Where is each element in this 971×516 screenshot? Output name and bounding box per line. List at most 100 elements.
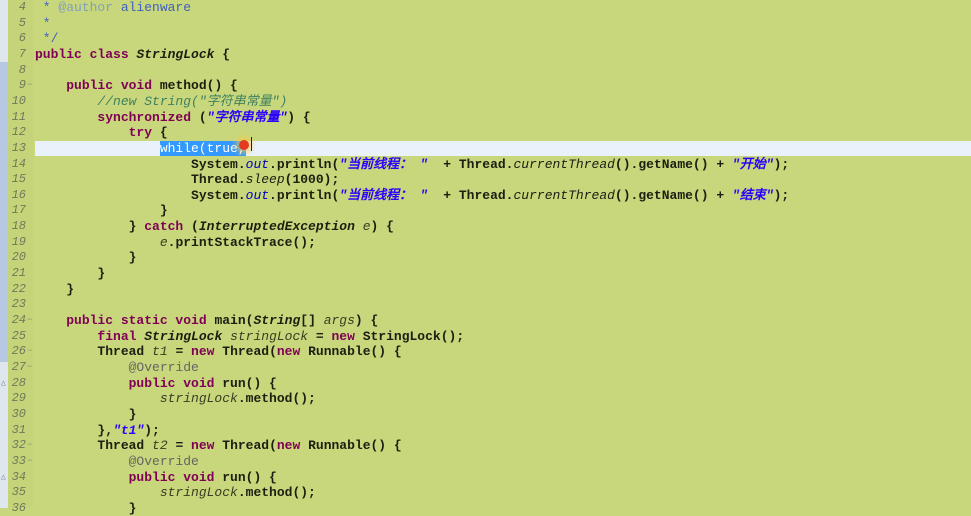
code-token: + Thread.: [427, 187, 514, 203]
code-line[interactable]: 21 }: [0, 266, 971, 282]
code-text[interactable]: }: [35, 203, 971, 219]
code-text[interactable]: }: [35, 407, 971, 423]
code-line[interactable]: 34 △ public void run() {: [0, 470, 971, 486]
code-text[interactable]: final StringLock stringLock = new String…: [35, 329, 971, 345]
code-text[interactable]: */: [35, 31, 971, 47]
code-token: try: [128, 125, 153, 141]
code-text[interactable]: stringLock.method();: [35, 485, 971, 501]
line-number: 14: [11, 156, 26, 171]
code-line[interactable]: 4 * @author alienware: [0, 0, 971, 16]
code-text[interactable]: public void method() {: [35, 78, 971, 94]
code-text[interactable]: while(true,: [35, 140, 971, 157]
code-text[interactable]: public static void main(String[] args) {: [35, 313, 971, 329]
line-number: 16: [11, 187, 26, 202]
code-text[interactable]: }: [35, 250, 971, 266]
code-token: Thread: [35, 344, 153, 360]
code-text[interactable]: *: [35, 16, 971, 32]
code-token: //new String("字符串常量"): [97, 93, 288, 109]
code-token: new: [276, 438, 309, 454]
code-text[interactable]: public class StringLock {: [35, 47, 971, 63]
fold-collapse-icon[interactable]: −: [27, 360, 32, 376]
code-line[interactable]: 30 }: [0, 407, 971, 423]
code-line[interactable]: 19 e.printStackTrace();: [0, 235, 971, 251]
code-token: new: [276, 344, 309, 360]
fold-collapse-icon[interactable]: −: [27, 438, 32, 454]
code-token: method() {: [159, 78, 238, 94]
code-text[interactable]: @Override: [35, 454, 971, 470]
code-text[interactable]: System.out.println("当前线程： " + Thread.cur…: [35, 157, 971, 173]
code-text[interactable]: try {: [35, 125, 971, 141]
code-text[interactable]: }: [35, 501, 971, 516]
code-text[interactable]: },"t1");: [35, 423, 971, 439]
code-line[interactable]: 22 }: [0, 282, 971, 298]
code-token: sleep: [245, 172, 285, 188]
line-number: 34: [11, 469, 26, 484]
code-text[interactable]: } catch (InterruptedException e) {: [35, 219, 971, 235]
fold-collapse-icon[interactable]: −: [27, 344, 32, 360]
code-text[interactable]: @Override: [35, 360, 971, 376]
line-number: 9: [18, 78, 26, 93]
code-line[interactable]: 5 *: [0, 16, 971, 32]
code-line[interactable]: 36 }: [0, 501, 971, 516]
code-line[interactable]: 31 },"t1");: [0, 423, 971, 439]
code-token: =: [308, 328, 332, 344]
fold-collapse-icon[interactable]: −: [27, 313, 32, 329]
code-text[interactable]: stringLock.method();: [35, 391, 971, 407]
code-line[interactable]: 20 }: [0, 250, 971, 266]
code-line[interactable]: 7 public class StringLock {: [0, 47, 971, 63]
code-text[interactable]: [35, 63, 971, 79]
code-line[interactable]: 12 try {: [0, 125, 971, 141]
code-line[interactable]: 29 stringLock.method();: [0, 391, 971, 407]
code-token: @author: [58, 0, 114, 15]
code-line[interactable]: 14 System.out.println("当前线程： " + Thread.…: [0, 157, 971, 173]
code-line[interactable]: 15 Thread.sleep(1000);: [0, 172, 971, 188]
code-line[interactable]: 11 synchronized ("字符串常量") {: [0, 110, 971, 126]
line-number: 4: [18, 0, 26, 14]
code-line[interactable]: 23: [0, 297, 971, 313]
code-text[interactable]: * @author alienware: [35, 0, 971, 16]
code-line[interactable]: 32− Thread t2 = new Thread(new Runnable(…: [0, 438, 971, 454]
code-token: args: [323, 313, 355, 328]
code-line[interactable]: 24− public static void main(String[] arg…: [0, 313, 971, 329]
line-number: 12: [11, 125, 26, 140]
code-text[interactable]: public void run() {: [35, 470, 971, 486]
line-number: 29: [11, 391, 26, 406]
code-line[interactable]: 27− @Override: [0, 360, 971, 376]
code-line[interactable]: 13 while(true,: [0, 140, 971, 157]
code-text[interactable]: [35, 297, 971, 313]
code-line[interactable]: 8: [0, 63, 971, 79]
code-line[interactable]: 16 System.out.println("当前线程： " + Thread.…: [0, 188, 971, 204]
code-line[interactable]: 26− Thread t1 = new Thread(new Runnable(…: [0, 344, 971, 360]
code-line[interactable]: 6 */: [0, 31, 971, 47]
code-text[interactable]: System.out.println("当前线程： " + Thread.cur…: [35, 188, 971, 204]
code-text[interactable]: Thread.sleep(1000);: [35, 172, 971, 188]
fold-collapse-icon[interactable]: −: [27, 454, 32, 470]
code-text[interactable]: Thread t1 = new Thread(new Runnable() {: [35, 344, 971, 360]
line-number: 31: [11, 422, 26, 437]
code-text[interactable]: Thread t2 = new Thread(new Runnable() {: [35, 438, 971, 454]
code-token: final: [97, 328, 145, 344]
code-line[interactable]: 28 △ public void run() {: [0, 376, 971, 392]
code-text[interactable]: e.printStackTrace();: [35, 235, 971, 251]
code-text[interactable]: }: [35, 266, 971, 282]
code-token: }: [35, 266, 106, 282]
fold-collapse-icon[interactable]: −: [27, 78, 32, 94]
code-line[interactable]: 25 final StringLock stringLock = new Str…: [0, 329, 971, 345]
code-token: new: [331, 328, 363, 344]
code-text[interactable]: }: [35, 282, 971, 298]
code-line[interactable]: 33− @Override: [0, 454, 971, 470]
code-token: *: [35, 15, 51, 31]
code-text[interactable]: synchronized ("字符串常量") {: [35, 110, 971, 126]
code-line[interactable]: 9− public void method() {: [0, 78, 971, 94]
code-token: );: [144, 422, 160, 438]
code-token: ().getName() +: [614, 156, 732, 172]
code-text[interactable]: public void run() {: [35, 376, 971, 392]
code-line[interactable]: 10 //new String("字符串常量"): [0, 94, 971, 110]
code-text[interactable]: //new String("字符串常量"): [35, 94, 971, 110]
code-line[interactable]: 18 } catch (InterruptedException e) {: [0, 219, 971, 235]
code-line[interactable]: 17 }: [0, 203, 971, 219]
code-line[interactable]: 35 stringLock.method();: [0, 485, 971, 501]
